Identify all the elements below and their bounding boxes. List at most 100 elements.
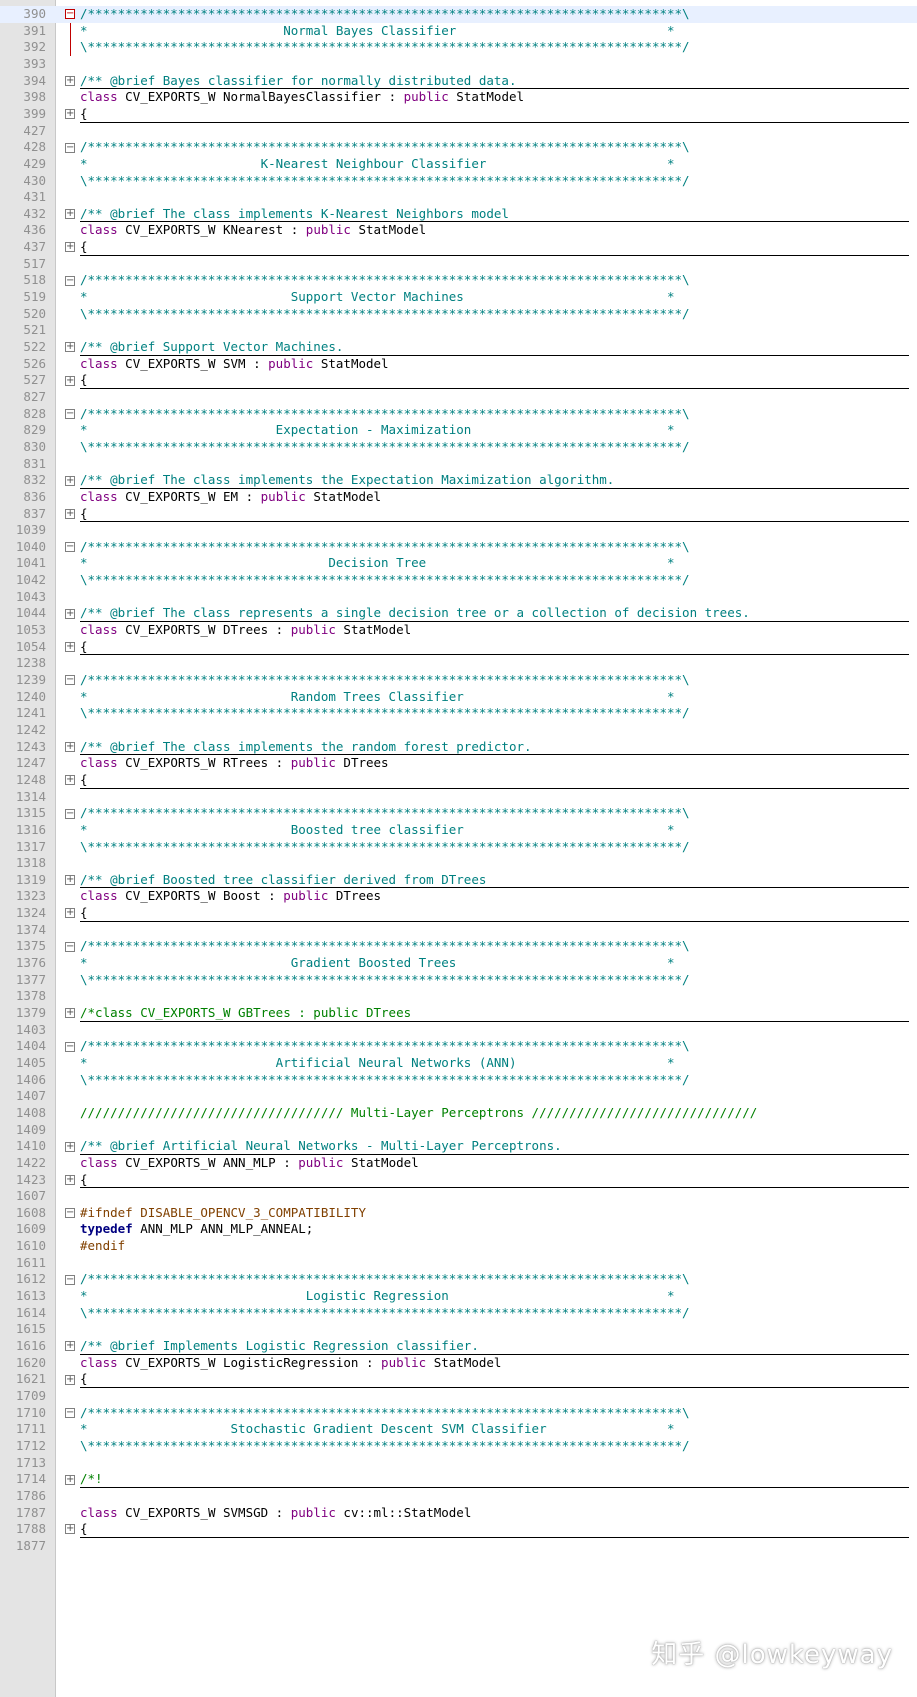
code-line[interactable]: 837 + { xyxy=(0,506,917,523)
code-line[interactable]: 1317 \***********************************… xyxy=(0,839,917,856)
code-line[interactable]: 390 −/***********************************… xyxy=(0,6,917,23)
code-line[interactable]: 1378 xyxy=(0,988,917,1005)
code-line[interactable]: 1788 + { xyxy=(0,1521,917,1538)
fold-collapse-icon[interactable]: − xyxy=(65,808,75,819)
code-line[interactable]: 1044 + /** @brief The class represents a s… xyxy=(0,605,917,623)
code-line[interactable]: 1319 + /** @brief Boosted tree classifier … xyxy=(0,872,917,889)
code-line[interactable]: 1054 + { xyxy=(0,639,917,656)
code-line[interactable]: 1041 * Decision Tree * xyxy=(0,555,917,572)
code-line[interactable]: 1040 −/**********************************… xyxy=(0,539,917,556)
fold-expand-icon[interactable]: + xyxy=(65,642,75,652)
fold-collapse-icon[interactable]: − xyxy=(65,1208,75,1219)
code-line[interactable]: 1376 * Gradient Boosted Trees * xyxy=(0,955,917,972)
code-line[interactable]: 1316 * Boosted tree classifier * xyxy=(0,822,917,839)
code-line[interactable]: 1408 /////////////////////////////////// … xyxy=(0,1105,917,1122)
code-line[interactable]: 430 \************************************… xyxy=(0,173,917,190)
fold-expand-icon[interactable]: + xyxy=(65,1141,75,1152)
code-editor[interactable]: 390−/***********************************… xyxy=(0,0,917,1697)
fold-collapse-icon[interactable]: − xyxy=(65,1407,75,1418)
code-line[interactable]: 832 + /** @brief The class implements the … xyxy=(0,472,917,489)
code-line[interactable]: 1713 xyxy=(0,1455,917,1472)
fold-expand-icon[interactable]: + xyxy=(65,242,75,253)
code-line[interactable]: 1409 xyxy=(0,1122,917,1139)
fold-expand-icon[interactable]: + xyxy=(65,908,75,919)
code-line[interactable]: 1403 xyxy=(0,1022,917,1039)
code-line[interactable]: 1611 xyxy=(0,1255,917,1272)
fold-collapse-icon[interactable]: − xyxy=(65,9,75,20)
fold-collapse-icon[interactable]: − xyxy=(65,1274,75,1285)
code-line[interactable]: 1877 xyxy=(0,1538,917,1555)
code-line[interactable]: 1243 + /** @brief The class implements the… xyxy=(0,739,917,756)
fold-collapse-icon[interactable]: − xyxy=(65,408,75,419)
code-line[interactable]: 399 + { xyxy=(0,106,917,123)
code-line[interactable]: 432 + /** @brief The class implements K-Ne… xyxy=(0,206,917,223)
fold-expand-icon[interactable]: + xyxy=(65,875,75,886)
code-line[interactable]: 391 * Normal Bayes Classifier * xyxy=(0,23,917,40)
fold-collapse-icon[interactable]: − xyxy=(65,1041,75,1052)
fold-collapse-icon[interactable]: − xyxy=(65,941,75,952)
fold-expand-icon[interactable]: + xyxy=(65,1374,75,1385)
fold-expand-icon[interactable]: + xyxy=(65,1474,75,1485)
code-line[interactable]: 521 xyxy=(0,322,917,339)
code-line[interactable]: 1053 class CV_EXPORTS_W DTrees : public S… xyxy=(0,622,917,639)
code-line[interactable]: 1241 \***********************************… xyxy=(0,705,917,722)
code-line[interactable]: 1410 + /** @brief Artificial Neural Networ… xyxy=(0,1138,917,1155)
code-line[interactable]: 394 + /** @brief Bayes classifier for norm… xyxy=(0,73,917,90)
code-line[interactable]: 1324 + { xyxy=(0,905,917,922)
code-line[interactable]: 1621 + { xyxy=(0,1371,917,1388)
code-line[interactable]: 831 xyxy=(0,456,917,473)
fold-expand-icon[interactable]: + xyxy=(65,508,75,519)
code-line[interactable]: 1405 * Artificial Neural Networks (ANN) * xyxy=(0,1055,917,1072)
code-line[interactable]: 1379 + /*class CV_EXPORTS_W GBTrees : publ… xyxy=(0,1005,917,1022)
code-line[interactable]: 1240 * Random Trees Classifier * xyxy=(0,689,917,706)
fold-expand-icon[interactable]: + xyxy=(65,608,75,619)
code-line[interactable]: 1238 xyxy=(0,655,917,672)
code-line[interactable]: 1318 xyxy=(0,855,917,872)
code-line[interactable]: 522 + /** @brief Support Vector Machines. xyxy=(0,339,917,356)
code-line[interactable]: 1406 \***********************************… xyxy=(0,1072,917,1089)
code-line[interactable]: 1315 −/**********************************… xyxy=(0,805,917,822)
code-line[interactable]: 836 class CV_EXPORTS_W EM : public StatMo… xyxy=(0,489,917,506)
fold-expand-icon[interactable]: + xyxy=(65,375,75,386)
fold-expand-icon[interactable]: + xyxy=(65,775,75,786)
code-line[interactable]: 1423 + { xyxy=(0,1172,917,1189)
code-line[interactable]: 1422 class CV_EXPORTS_W ANN_MLP : public … xyxy=(0,1155,917,1172)
code-line[interactable]: 393 xyxy=(0,56,917,73)
code-line[interactable]: 427 xyxy=(0,123,917,140)
code-line[interactable]: 1710 −/**********************************… xyxy=(0,1405,917,1422)
fold-expand-icon[interactable]: + xyxy=(65,475,75,486)
code-line[interactable]: 429 * K-Nearest Neighbour Classifier * xyxy=(0,156,917,173)
code-line[interactable]: 1043 xyxy=(0,589,917,606)
code-line[interactable]: 517 xyxy=(0,256,917,273)
code-line[interactable]: 1709 xyxy=(0,1388,917,1405)
code-line[interactable]: 1615 xyxy=(0,1321,917,1338)
code-line[interactable]: 520 \************************************… xyxy=(0,306,917,323)
code-line[interactable]: 1607 xyxy=(0,1188,917,1205)
fold-expand-icon[interactable]: + xyxy=(65,1524,75,1535)
code-line[interactable]: 1610 #endif xyxy=(0,1238,917,1255)
fold-collapse-icon[interactable]: − xyxy=(65,142,75,153)
code-line[interactable]: 1248 + { xyxy=(0,772,917,789)
fold-collapse-icon[interactable]: − xyxy=(65,675,75,686)
fold-collapse-icon[interactable]: − xyxy=(65,542,75,553)
code-line[interactable]: 1247 class CV_EXPORTS_W RTrees : public D… xyxy=(0,755,917,772)
fold-expand-icon[interactable]: + xyxy=(65,75,75,86)
code-line[interactable]: 1375 −/**********************************… xyxy=(0,938,917,955)
fold-expand-icon[interactable]: + xyxy=(65,1341,75,1352)
code-line[interactable]: 1314 xyxy=(0,789,917,806)
code-line[interactable]: 1242 xyxy=(0,722,917,739)
fold-expand-icon[interactable]: + xyxy=(65,342,75,353)
code-line[interactable]: 1042 \***********************************… xyxy=(0,572,917,589)
code-line[interactable]: 1323 class CV_EXPORTS_W Boost : public DT… xyxy=(0,888,917,905)
code-line[interactable]: 519 * Support Vector Machines * xyxy=(0,289,917,306)
fold-expand-icon[interactable]: + xyxy=(65,1174,75,1185)
code-line[interactable]: 1714 + /*! xyxy=(0,1471,917,1488)
code-line[interactable]: 1787 class CV_EXPORTS_W SVMSGD : public c… xyxy=(0,1505,917,1522)
code-line[interactable]: 1613 * Logistic Regression * xyxy=(0,1288,917,1305)
code-line[interactable]: 1039 xyxy=(0,522,917,539)
code-line[interactable]: 392 \************************************… xyxy=(0,39,917,56)
code-line[interactable]: 527 + { xyxy=(0,372,917,389)
code-line[interactable]: 526 class CV_EXPORTS_W SVM : public StatM… xyxy=(0,356,917,373)
code-line[interactable]: 1786 xyxy=(0,1488,917,1505)
code-line[interactable]: 437 + { xyxy=(0,239,917,256)
